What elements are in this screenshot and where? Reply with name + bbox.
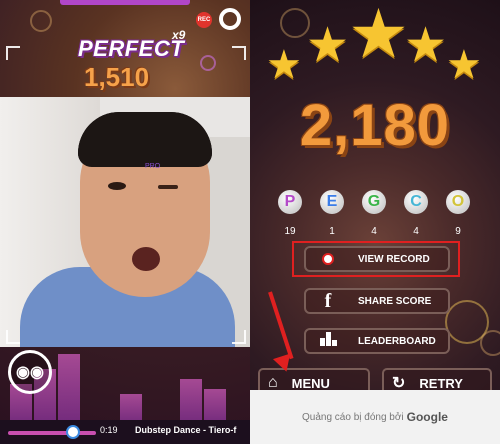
ad-banner[interactable]: Quảng cáo bị đóng bởi Google	[250, 390, 500, 444]
retry-label: RETRY	[419, 375, 463, 391]
record-indicator[interactable]: REC	[196, 12, 212, 28]
leaderboard-label: LEADERBOARD	[358, 335, 436, 347]
grade-p-badge: P	[278, 190, 302, 214]
grade-count: 9	[455, 226, 461, 237]
frame-corner	[6, 330, 20, 344]
pause-ring-icon[interactable]	[219, 8, 241, 30]
google-brand: Google	[406, 410, 448, 424]
share-score-label: SHARE SCORE	[358, 295, 432, 307]
pro-tag: PRO	[145, 163, 161, 170]
share-score-button[interactable]: f SHARE SCORE	[304, 288, 450, 314]
equalizer-bar	[58, 354, 80, 424]
view-record-button[interactable]: VIEW RECORD	[304, 246, 450, 272]
grade-letter: P	[284, 193, 296, 210]
leaderboard-button[interactable]: LEADERBOARD	[304, 328, 450, 354]
grade-count: 4	[413, 226, 419, 237]
star-icon: ★	[404, 19, 448, 72]
frame-corner	[232, 330, 246, 344]
grade-e-badge: E	[320, 190, 344, 214]
player-hair-top	[78, 112, 212, 167]
combo-multiplier: x9	[172, 28, 186, 42]
frame-corner	[232, 46, 246, 60]
equalizer-bar	[204, 389, 226, 424]
equalizer-bar	[180, 379, 202, 424]
seek-track[interactable]	[8, 431, 96, 435]
grade-o-badge: O	[446, 190, 470, 214]
live-score: 1,510	[84, 62, 150, 92]
bokeh-light	[200, 55, 216, 71]
star-icon: ★	[306, 19, 350, 72]
facebook-icon: f	[324, 289, 332, 312]
grade-count: 1	[329, 226, 335, 237]
elapsed-time: 0:19	[100, 425, 118, 435]
grade-letter: E	[326, 193, 338, 210]
bokeh-light	[30, 10, 52, 32]
results-screen: ★ ★ ★ ★ ★ 2,180 P E G C O 19 1 4 4 9 VIE…	[250, 0, 500, 444]
song-progress-top	[60, 0, 190, 5]
judgement-text: PERFECT	[78, 36, 185, 61]
camera-feed: PRO	[0, 97, 250, 347]
grade-count: 4	[371, 226, 377, 237]
leaderboard-icon	[316, 331, 340, 351]
final-score: 2,180	[299, 93, 451, 158]
grade-letter: O	[451, 193, 465, 210]
seek-knob[interactable]	[66, 425, 80, 439]
player-eye	[108, 182, 126, 190]
grade-c-badge: C	[404, 190, 428, 214]
star-icon: ★	[446, 43, 482, 87]
menu-label: MENU	[291, 375, 330, 391]
gameplay-screen: REC PERFECT x9 1,510 PRO ◉◉ 0:19 Dubstep…	[0, 0, 250, 444]
view-record-label: VIEW RECORD	[358, 253, 430, 265]
grade-count: 19	[284, 226, 296, 237]
grade-g-badge: G	[362, 190, 386, 214]
record-icon	[316, 250, 340, 268]
bokeh-light	[480, 330, 500, 356]
grade-letter: G	[367, 193, 381, 210]
owl-mascot-icon[interactable]: ◉◉	[8, 350, 52, 394]
ad-text: Quảng cáo bị đóng bởi	[302, 411, 404, 423]
star-icon: ★	[266, 43, 302, 87]
grade-letter: C	[410, 193, 422, 210]
frame-corner	[6, 46, 20, 60]
player-mouth	[132, 247, 160, 271]
star-icon: ★	[348, 0, 409, 72]
player-eye-closed	[158, 185, 178, 189]
song-title: Dubstep Dance - Tiero-f	[135, 425, 237, 435]
